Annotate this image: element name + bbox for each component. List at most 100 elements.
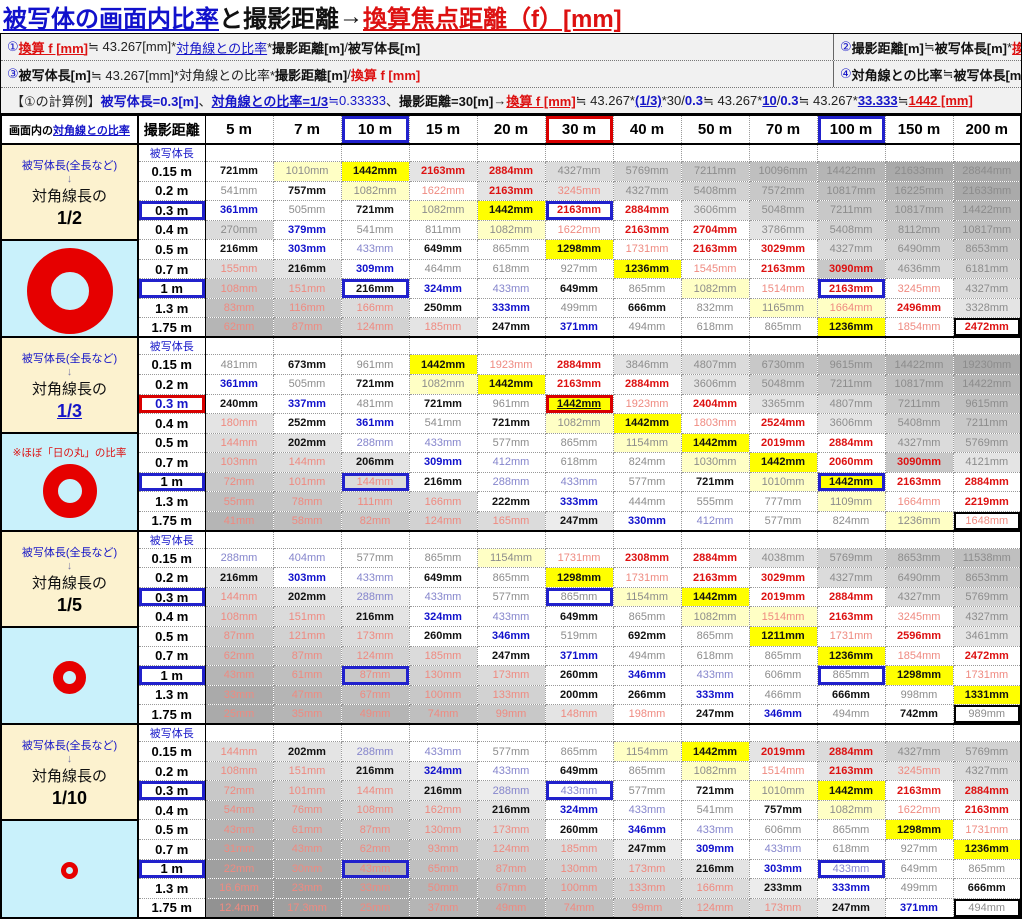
focal-length-table: 画面内の対角線との比率 撮影距離 5 m7 m 10 m 15 m 20 m 30 m 40 … xyxy=(0,114,1022,919)
value-cell: 1082mm xyxy=(341,181,410,202)
row-label: 0.15 m xyxy=(138,161,206,182)
sidebar-donut-area xyxy=(1,625,139,725)
value-cell: 17.3mm xyxy=(273,898,342,919)
value-cell: 23mm xyxy=(273,878,342,899)
value-cell: 1514mm xyxy=(749,278,818,299)
value-cell: 288mm xyxy=(341,433,410,454)
value-cell: 1664mm xyxy=(817,298,886,319)
empty-cell xyxy=(341,529,410,549)
value-cell: 618mm xyxy=(817,839,886,860)
value-cell: 185mm xyxy=(409,317,478,338)
value-cell: 649mm xyxy=(409,567,478,588)
value-cell: 49mm xyxy=(477,898,546,919)
value-cell: 101mm xyxy=(273,780,342,801)
text-span: 撮影距離=30[m] xyxy=(399,94,494,109)
text-span: 撮影距離[m] xyxy=(851,40,924,56)
value-cell: 577mm xyxy=(341,548,410,569)
value-cell: 433mm xyxy=(477,606,546,628)
corner-plain: 画面内の xyxy=(9,124,54,137)
value-cell: 10817mm xyxy=(885,374,954,395)
value-cell: 1236mm xyxy=(817,646,886,667)
value-cell: 7211mm xyxy=(885,394,954,415)
value-cell: 541mm xyxy=(205,181,274,202)
value-cell: 1298mm xyxy=(545,239,614,260)
value-cell: 1923mm xyxy=(613,394,682,415)
value-cell: 4327mm xyxy=(953,606,1022,628)
text-span: ③ xyxy=(7,66,19,81)
value-cell: 1010mm xyxy=(749,780,818,801)
row-label: 0.3 m xyxy=(138,200,206,221)
value-cell: 721mm xyxy=(341,374,410,395)
value-cell: 250mm xyxy=(409,298,478,319)
hinomaru-note: ※ほぼ「日の丸」の比率 xyxy=(12,447,127,460)
value-cell: 252mm xyxy=(273,413,342,434)
value-cell: 62mm xyxy=(341,839,410,860)
value-cell: 757mm xyxy=(749,800,818,821)
value-cell: 346mm xyxy=(749,704,818,725)
value-cell: 67mm xyxy=(341,685,410,706)
value-cell: 865mm xyxy=(749,317,818,338)
value-cell: 43mm xyxy=(205,819,274,840)
value-cell: 433mm xyxy=(477,761,546,782)
value-cell: 1236mm xyxy=(953,839,1022,860)
value-cell: 303mm xyxy=(273,239,342,260)
value-cell: 824mm xyxy=(817,511,886,532)
row-label: 0.2 m xyxy=(138,374,206,395)
text-span: 対角線との比率 xyxy=(851,67,943,83)
empty-cell xyxy=(545,529,614,549)
empty-cell xyxy=(681,723,750,743)
value-cell: 247mm xyxy=(681,704,750,725)
value-cell: 5769mm xyxy=(613,161,682,182)
value-cell: 3461mm xyxy=(953,626,1022,647)
sidebar-section-1/2: 被写体長(全長など) ↓ 対角線長の 1/2 xyxy=(1,143,139,241)
value-cell: 216mm xyxy=(341,606,410,628)
value-cell: 404mm xyxy=(273,548,342,569)
value-cell: 1545mm xyxy=(681,259,750,280)
value-cell: 666mm xyxy=(613,298,682,319)
value-cell: 47mm xyxy=(273,685,342,706)
sidebar-subject-label: 被写体長(全長など) xyxy=(21,353,118,366)
row-label: 1 m xyxy=(138,665,206,686)
value-cell: 1803mm xyxy=(681,413,750,434)
value-cell: 31mm xyxy=(205,839,274,860)
value-cell: 65mm xyxy=(409,859,478,880)
value-cell: 3029mm xyxy=(749,567,818,588)
value-cell: 2472mm xyxy=(953,646,1022,667)
value-cell: 43mm xyxy=(205,665,274,686)
value-cell: 260mm xyxy=(545,665,614,686)
value-cell: 4327mm xyxy=(885,433,954,454)
value-cell: 4807mm xyxy=(817,394,886,415)
empty-cell xyxy=(953,529,1022,549)
row-label: 1 m xyxy=(138,859,206,880)
value-cell: 2163mm xyxy=(817,761,886,782)
value-cell: 333mm xyxy=(681,685,750,706)
value-cell: 1211mm xyxy=(749,626,818,647)
value-cell: 541mm xyxy=(681,800,750,821)
value-cell: 74mm xyxy=(409,704,478,725)
sidebar-ratio: 1/5 xyxy=(56,594,83,615)
text-span: 1442 [mm] xyxy=(908,93,973,108)
formula-row-2: ③ 被写体長[m] ≒ 43.267[mm]*対角線との比率* 撮影距離[m] / … xyxy=(1,61,1021,87)
value-cell: 673mm xyxy=(273,354,342,375)
subject-donut-icon xyxy=(53,660,86,694)
value-cell: 4327mm xyxy=(817,239,886,260)
value-cell: 433mm xyxy=(409,587,478,608)
value-cell: 5408mm xyxy=(817,220,886,241)
value-cell: 2308mm xyxy=(613,548,682,569)
value-cell: 12.4mm xyxy=(205,898,274,919)
value-cell: 2884mm xyxy=(953,472,1022,493)
text-span: 0.3 xyxy=(780,93,799,108)
value-cell: 618mm xyxy=(681,317,750,338)
text-span: 被写体長[m] xyxy=(934,40,1007,56)
value-cell: 433mm xyxy=(341,567,410,588)
value-cell: 10817mm xyxy=(953,220,1022,241)
value-cell: 49mm xyxy=(341,704,410,725)
value-cell: 2019mm xyxy=(749,741,818,762)
value-cell: 499mm xyxy=(885,878,954,899)
empty-cell xyxy=(613,529,682,549)
row-label: 0.7 m xyxy=(138,839,206,860)
value-cell: 433mm xyxy=(545,780,614,801)
value-cell: 4327mm xyxy=(817,567,886,588)
value-cell: 346mm xyxy=(477,626,546,647)
value-cell: 6490mm xyxy=(885,239,954,260)
